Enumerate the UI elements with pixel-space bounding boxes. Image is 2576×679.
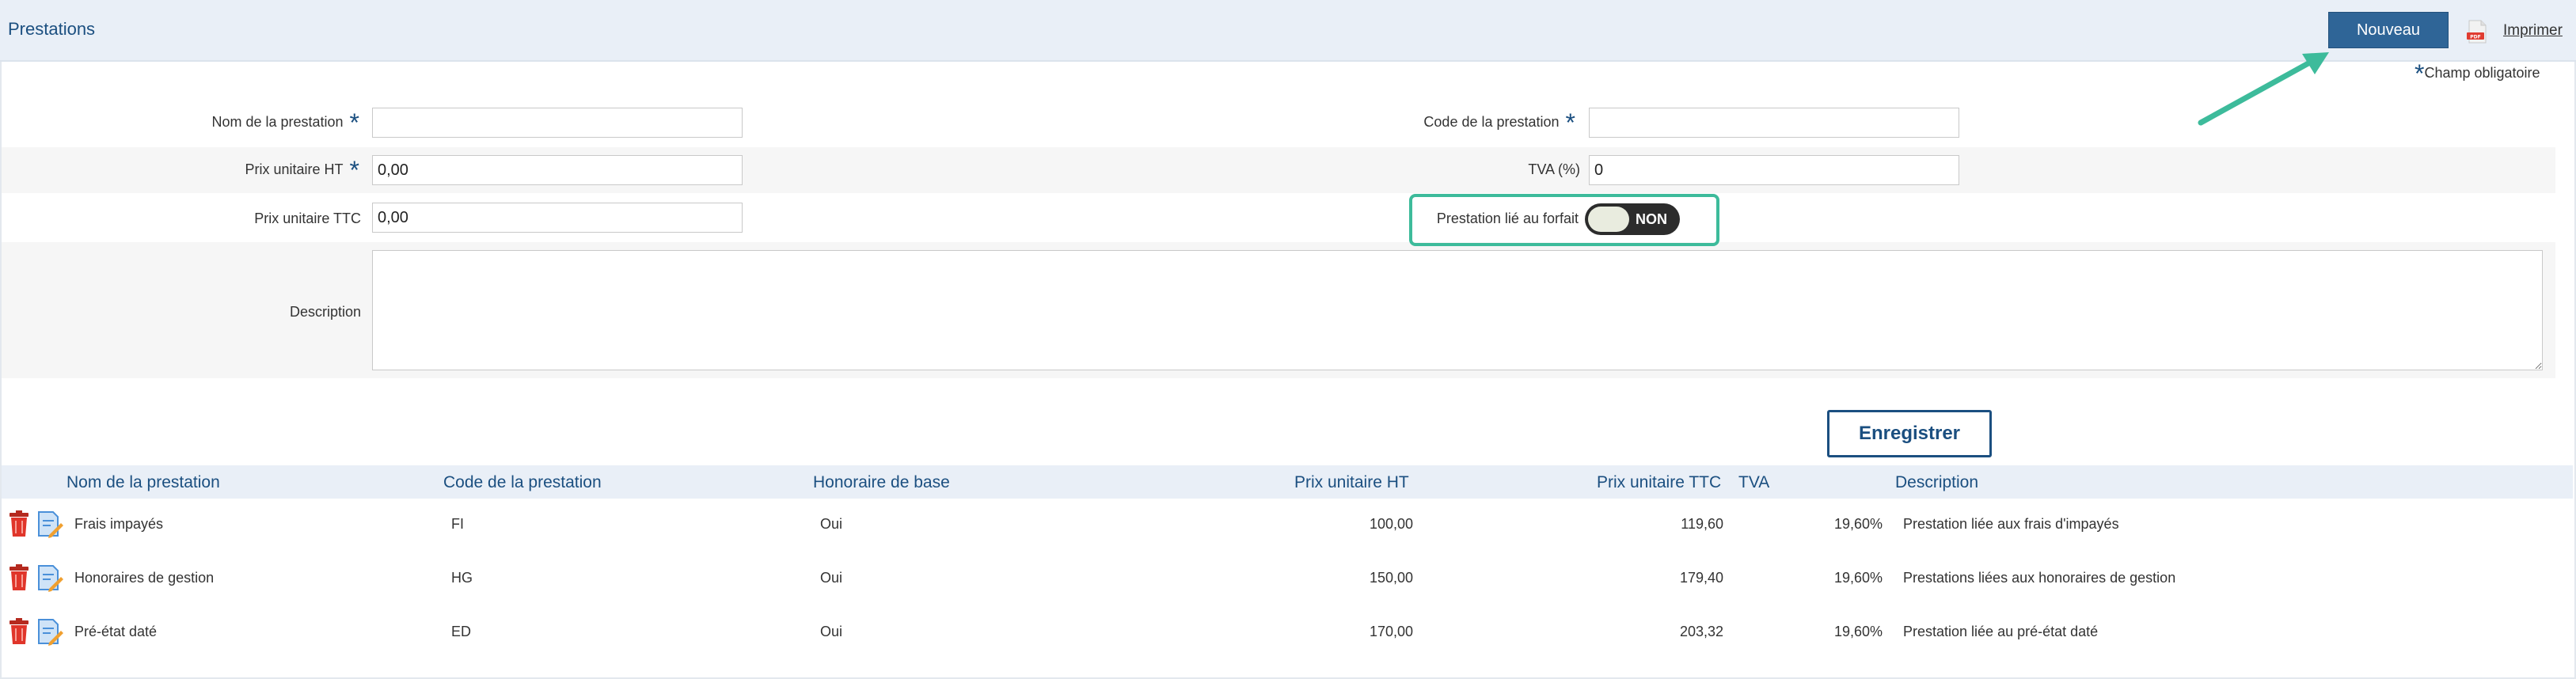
svg-text:PDF: PDF bbox=[2470, 35, 2480, 40]
prix-ht-label-text: Prix unitaire HT bbox=[245, 161, 344, 177]
cell-tva: 19,60% bbox=[1833, 624, 1883, 639]
edit-icon[interactable] bbox=[36, 617, 63, 646]
nom-input[interactable] bbox=[372, 108, 743, 138]
nom-label-text: Nom de la prestation bbox=[211, 114, 344, 130]
column-header[interactable]: Code de la prestation bbox=[443, 473, 602, 492]
column-header[interactable]: Nom de la prestation bbox=[66, 473, 220, 492]
cell-prix-ht: 150,00 bbox=[1369, 570, 1413, 586]
cell-prix-ht: 170,00 bbox=[1369, 624, 1413, 639]
column-header[interactable]: TVA bbox=[1738, 473, 1769, 492]
description-textarea[interactable] bbox=[372, 250, 2543, 370]
cell-prix-ht: 100,00 bbox=[1369, 516, 1413, 532]
table-row: Pré-état daté ED Oui 170,00 203,32 19,60… bbox=[2, 606, 2573, 660]
code-label: Code de la prestation * bbox=[1330, 110, 1575, 135]
page-header: Prestations Nouveau PDF Imprimer bbox=[0, 0, 2576, 62]
cell-code: ED bbox=[451, 624, 472, 639]
tva-input[interactable] bbox=[1589, 155, 1959, 185]
prix-ttc-input[interactable] bbox=[372, 203, 743, 233]
required-note: *Champ obligatoire bbox=[2415, 61, 2540, 86]
cell-tva: 19,60% bbox=[1833, 516, 1883, 532]
column-header[interactable]: Prix unitaire TTC bbox=[1597, 473, 1721, 492]
table-header: Nom de la prestation Code de la prestati… bbox=[2, 465, 2573, 499]
prix-ht-input[interactable] bbox=[372, 155, 743, 185]
required-star-icon: * bbox=[2415, 59, 2425, 88]
cell-code: HG bbox=[451, 570, 473, 586]
forfait-toggle[interactable]: NON bbox=[1585, 203, 1680, 235]
new-button[interactable]: Nouveau bbox=[2328, 12, 2449, 48]
cell-code: FI bbox=[451, 516, 464, 532]
cell-nom: Pré-état daté bbox=[74, 624, 158, 639]
required-star-icon: * bbox=[1565, 108, 1575, 137]
delete-icon[interactable] bbox=[8, 617, 30, 646]
cell-tva: 19,60% bbox=[1833, 570, 1883, 586]
cell-prix-ttc: 203,32 bbox=[1679, 624, 1723, 639]
cell-honoraire: Oui bbox=[820, 624, 843, 639]
tva-label: TVA (%) bbox=[1528, 161, 1580, 177]
cell-nom: Honoraires de gestion bbox=[74, 570, 215, 586]
code-input[interactable] bbox=[1589, 108, 1959, 138]
print-link[interactable]: Imprimer bbox=[2503, 22, 2563, 40]
edit-icon[interactable] bbox=[36, 563, 63, 592]
code-label-text: Code de la prestation bbox=[1423, 114, 1560, 130]
edit-icon[interactable] bbox=[36, 510, 63, 538]
cell-honoraire: Oui bbox=[820, 516, 843, 532]
forfait-label: Prestation lié au forfait bbox=[1436, 211, 1579, 226]
delete-icon[interactable] bbox=[8, 563, 30, 592]
toggle-knob bbox=[1588, 207, 1629, 232]
prix-ttc-label: Prix unitaire TTC bbox=[254, 211, 361, 226]
toggle-state: NON bbox=[1636, 211, 1667, 227]
nom-label: Nom de la prestation * bbox=[119, 110, 359, 135]
cell-description: Prestation liée aux frais d'impayés bbox=[1903, 516, 2119, 532]
delete-icon[interactable] bbox=[8, 510, 30, 538]
column-header[interactable]: Prix unitaire HT bbox=[1294, 473, 1409, 492]
prix-ht-label: Prix unitaire HT * bbox=[119, 157, 359, 183]
annotation-arrow-icon bbox=[2198, 52, 2329, 126]
required-star-icon: * bbox=[349, 108, 359, 137]
required-note-text: Champ obligatoire bbox=[2424, 65, 2540, 81]
cell-prix-ttc: 119,60 bbox=[1681, 516, 1723, 532]
required-star-icon: * bbox=[349, 156, 359, 184]
cell-prix-ttc: 179,40 bbox=[1679, 570, 1723, 586]
cell-description: Prestations liées aux honoraires de gest… bbox=[1903, 570, 2176, 586]
cell-honoraire: Oui bbox=[820, 570, 843, 586]
table-row: Honoraires de gestion HG Oui 150,00 179,… bbox=[2, 552, 2573, 606]
column-header[interactable]: Description bbox=[1895, 473, 1978, 492]
cell-nom: Frais impayés bbox=[74, 516, 164, 532]
cell-description: Prestation liée au pré-état daté bbox=[1903, 624, 2099, 639]
save-button[interactable]: Enregistrer bbox=[1827, 410, 1992, 457]
table-row: Frais impayés FI Oui 100,00 119,60 19,60… bbox=[2, 499, 2573, 552]
description-label: Description bbox=[289, 304, 361, 320]
page-title: Prestations bbox=[8, 19, 96, 39]
pdf-icon[interactable]: PDF bbox=[2464, 19, 2490, 44]
column-header[interactable]: Honoraire de base bbox=[813, 473, 950, 492]
